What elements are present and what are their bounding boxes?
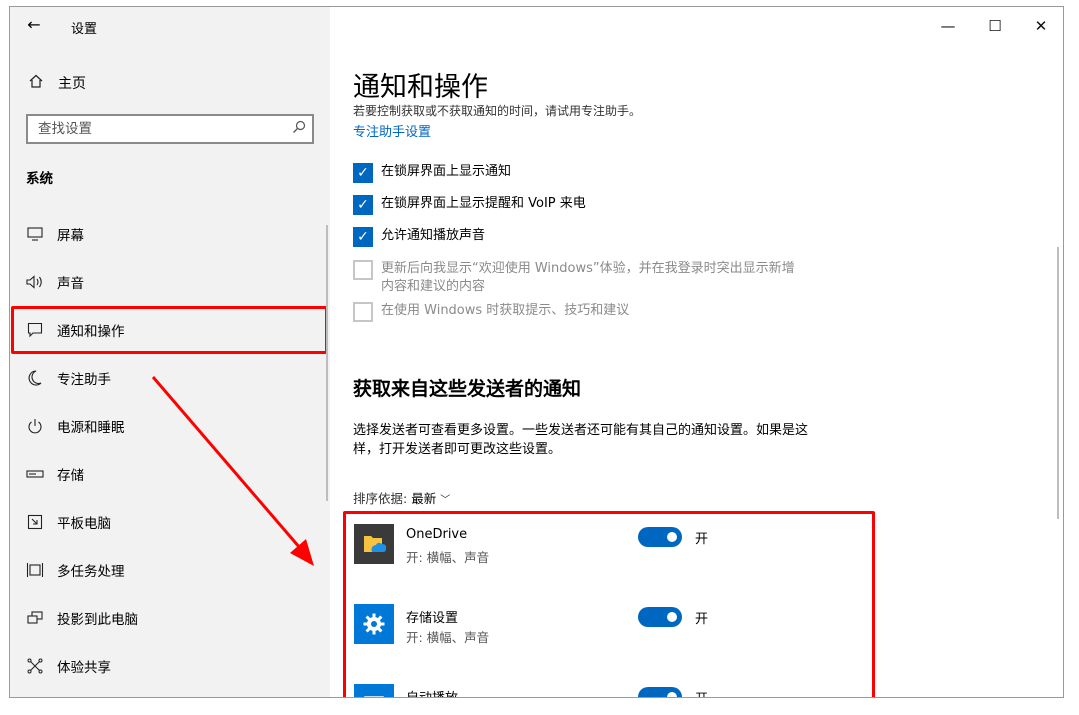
checkbox-label: 在锁屏界面上显示通知 bbox=[381, 164, 512, 179]
toggle-switch[interactable] bbox=[638, 607, 682, 627]
settings-window: ← 设置 主页 系统 屏幕 声音 通 bbox=[9, 6, 1064, 698]
home-label: 主页 bbox=[58, 76, 86, 92]
toggle-label: 开 bbox=[695, 612, 709, 627]
checkbox-notification-sounds[interactable]: ✓ 允许通知播放声音 bbox=[353, 227, 485, 247]
sidebar-item-label: 屏幕 bbox=[57, 228, 84, 244]
sort-dropdown[interactable]: 排序依据: 最新 ﹀ bbox=[353, 488, 450, 507]
toggle-switch[interactable] bbox=[638, 687, 682, 697]
checkbox-checked-icon[interactable]: ✓ bbox=[353, 195, 373, 215]
maximize-button[interactable]: ☐ bbox=[980, 15, 1010, 37]
toggle-switch[interactable] bbox=[638, 527, 682, 547]
checkbox-label: 更新后向我显示“欢迎使用 Windows”体验，并在我登录时突出显示新增内容和建… bbox=[381, 261, 795, 294]
checkbox-tips-tricks[interactable]: 在使用 Windows 时获取提示、技巧和建议 bbox=[353, 302, 801, 322]
autoplay-icon bbox=[354, 684, 394, 697]
focus-assist-settings-link[interactable]: 专注助手设置 bbox=[353, 121, 431, 140]
sidebar-item-focus-assist[interactable]: 专注助手 bbox=[10, 354, 330, 402]
app-row-onedrive[interactable]: OneDrive 开: 横幅、声音 开 bbox=[354, 520, 872, 570]
multitask-icon bbox=[26, 561, 44, 579]
sort-label: 排序依据: bbox=[353, 491, 408, 506]
sidebar-item-tablet[interactable]: 平板电脑 bbox=[10, 498, 330, 546]
checkbox-checked-icon[interactable]: ✓ bbox=[353, 163, 373, 183]
app-row-storage-settings[interactable]: 存储设置 开: 横幅、声音 开 bbox=[354, 600, 872, 650]
sidebar-item-label: 通知和操作 bbox=[57, 324, 125, 340]
toggle-label: 开 bbox=[695, 688, 708, 697]
checkbox-lockscreen-notifications[interactable]: ✓ 在锁屏界面上显示通知 bbox=[353, 163, 511, 183]
sidebar: ← 设置 主页 系统 屏幕 声音 通 bbox=[10, 7, 330, 697]
sidebar-item-label: 专注助手 bbox=[57, 372, 111, 388]
close-button[interactable]: ✕ bbox=[1026, 15, 1056, 37]
main-scrollbar[interactable] bbox=[1057, 247, 1059, 519]
app-status: 开: 横幅、声音 bbox=[406, 550, 490, 565]
home-link[interactable]: 主页 bbox=[26, 73, 86, 93]
app-name: 存储设置 bbox=[406, 611, 459, 626]
checkbox-label: 允许通知播放声音 bbox=[381, 228, 486, 243]
tablet-icon bbox=[26, 513, 44, 531]
app-row-autoplay[interactable]: 自动播放 开 bbox=[354, 680, 872, 697]
checkbox-lockscreen-reminders-voip[interactable]: ✓ 在锁屏界面上显示提醒和 VoIP 来电 bbox=[353, 195, 586, 215]
sidebar-item-sound[interactable]: 声音 bbox=[10, 258, 330, 306]
toggle-label: 开 bbox=[695, 532, 709, 547]
app-status: 开: 横幅、声音 bbox=[406, 630, 490, 645]
sidebar-item-label: 多任务处理 bbox=[57, 564, 125, 580]
back-arrow-icon[interactable]: ← bbox=[24, 15, 44, 35]
sidebar-item-label: 电源和睡眠 bbox=[57, 420, 125, 436]
storage-icon bbox=[26, 465, 44, 483]
sidebar-item-multitasking[interactable]: 多任务处理 bbox=[10, 546, 330, 594]
toggle-knob bbox=[667, 532, 677, 542]
moon-icon bbox=[26, 369, 44, 387]
sidebar-item-label: 声音 bbox=[57, 276, 84, 292]
checkbox-label: 在使用 Windows 时获取提示、技巧和建议 bbox=[381, 303, 630, 318]
toggle-knob bbox=[667, 692, 677, 697]
section-label-system: 系统 bbox=[26, 171, 53, 187]
speaker-icon bbox=[26, 273, 44, 291]
senders-section-title: 获取来自这些发送者的通知 bbox=[353, 378, 582, 400]
search-icon[interactable] bbox=[292, 120, 306, 138]
checkbox-unchecked-icon[interactable] bbox=[353, 302, 373, 322]
app-title: 设置 bbox=[71, 22, 98, 37]
gear-icon bbox=[354, 604, 394, 644]
chevron-down-icon[interactable]: ﹀ bbox=[440, 495, 450, 506]
power-icon bbox=[26, 417, 44, 435]
checkbox-checked-icon[interactable]: ✓ bbox=[353, 227, 373, 247]
sidebar-item-power-sleep[interactable]: 电源和睡眠 bbox=[10, 402, 330, 450]
app-name: 自动播放 bbox=[406, 687, 458, 697]
page-subtitle: 若要控制获取或不获取通知的时间，请试用专注助手。 bbox=[353, 104, 642, 118]
sort-value[interactable]: 最新 bbox=[411, 491, 436, 506]
sidebar-item-label: 投影到此电脑 bbox=[57, 612, 138, 628]
sidebar-item-label: 体验共享 bbox=[57, 660, 111, 676]
checkbox-unchecked-icon[interactable] bbox=[353, 260, 373, 280]
app-name: OneDrive bbox=[406, 527, 468, 542]
checkbox-welcome-experience[interactable]: 更新后向我显示“欢迎使用 Windows”体验，并在我登录时突出显示新增内容和建… bbox=[353, 260, 801, 296]
sidebar-scrollbar[interactable] bbox=[326, 225, 328, 501]
sidebar-nav: 屏幕 声音 通知和操作 专注助手 电源和睡眠 存储 平板电脑 多任务处理 投影到… bbox=[10, 210, 330, 690]
toggle-knob bbox=[667, 612, 677, 622]
sidebar-item-storage[interactable]: 存储 bbox=[10, 450, 330, 498]
sidebar-item-shared-experiences[interactable]: 体验共享 bbox=[10, 642, 330, 690]
home-icon bbox=[26, 73, 46, 93]
minimize-button[interactable]: — bbox=[933, 15, 963, 37]
search-input[interactable] bbox=[28, 116, 278, 142]
checkbox-label: 在锁屏界面上显示提醒和 VoIP 来电 bbox=[381, 196, 586, 211]
sidebar-item-display[interactable]: 屏幕 bbox=[10, 210, 330, 258]
page-title: 通知和操作 bbox=[353, 72, 488, 103]
sidebar-item-label: 平板电脑 bbox=[57, 516, 111, 532]
sidebar-item-label: 存储 bbox=[57, 468, 84, 484]
search-box[interactable] bbox=[26, 114, 314, 144]
share-icon bbox=[26, 657, 44, 675]
sender-app-list: OneDrive 开: 横幅、声音 开 存储设置 开: 横幅、声音 开 自动播放 bbox=[343, 511, 875, 697]
project-icon bbox=[26, 609, 44, 627]
sidebar-item-project[interactable]: 投影到此电脑 bbox=[10, 594, 330, 642]
sidebar-item-notifications[interactable]: 通知和操作 bbox=[10, 306, 330, 354]
main-panel: — ☐ ✕ 通知和操作 若要控制获取或不获取通知的时间，请试用专注助手。 专注助… bbox=[330, 7, 1063, 697]
senders-description: 选择发送者可查看更多设置。一些发送者还可能有其自己的通知设置。如果是这样，打开发… bbox=[353, 423, 809, 457]
notification-icon bbox=[26, 321, 44, 339]
onedrive-icon bbox=[354, 524, 394, 564]
monitor-icon bbox=[26, 225, 44, 243]
